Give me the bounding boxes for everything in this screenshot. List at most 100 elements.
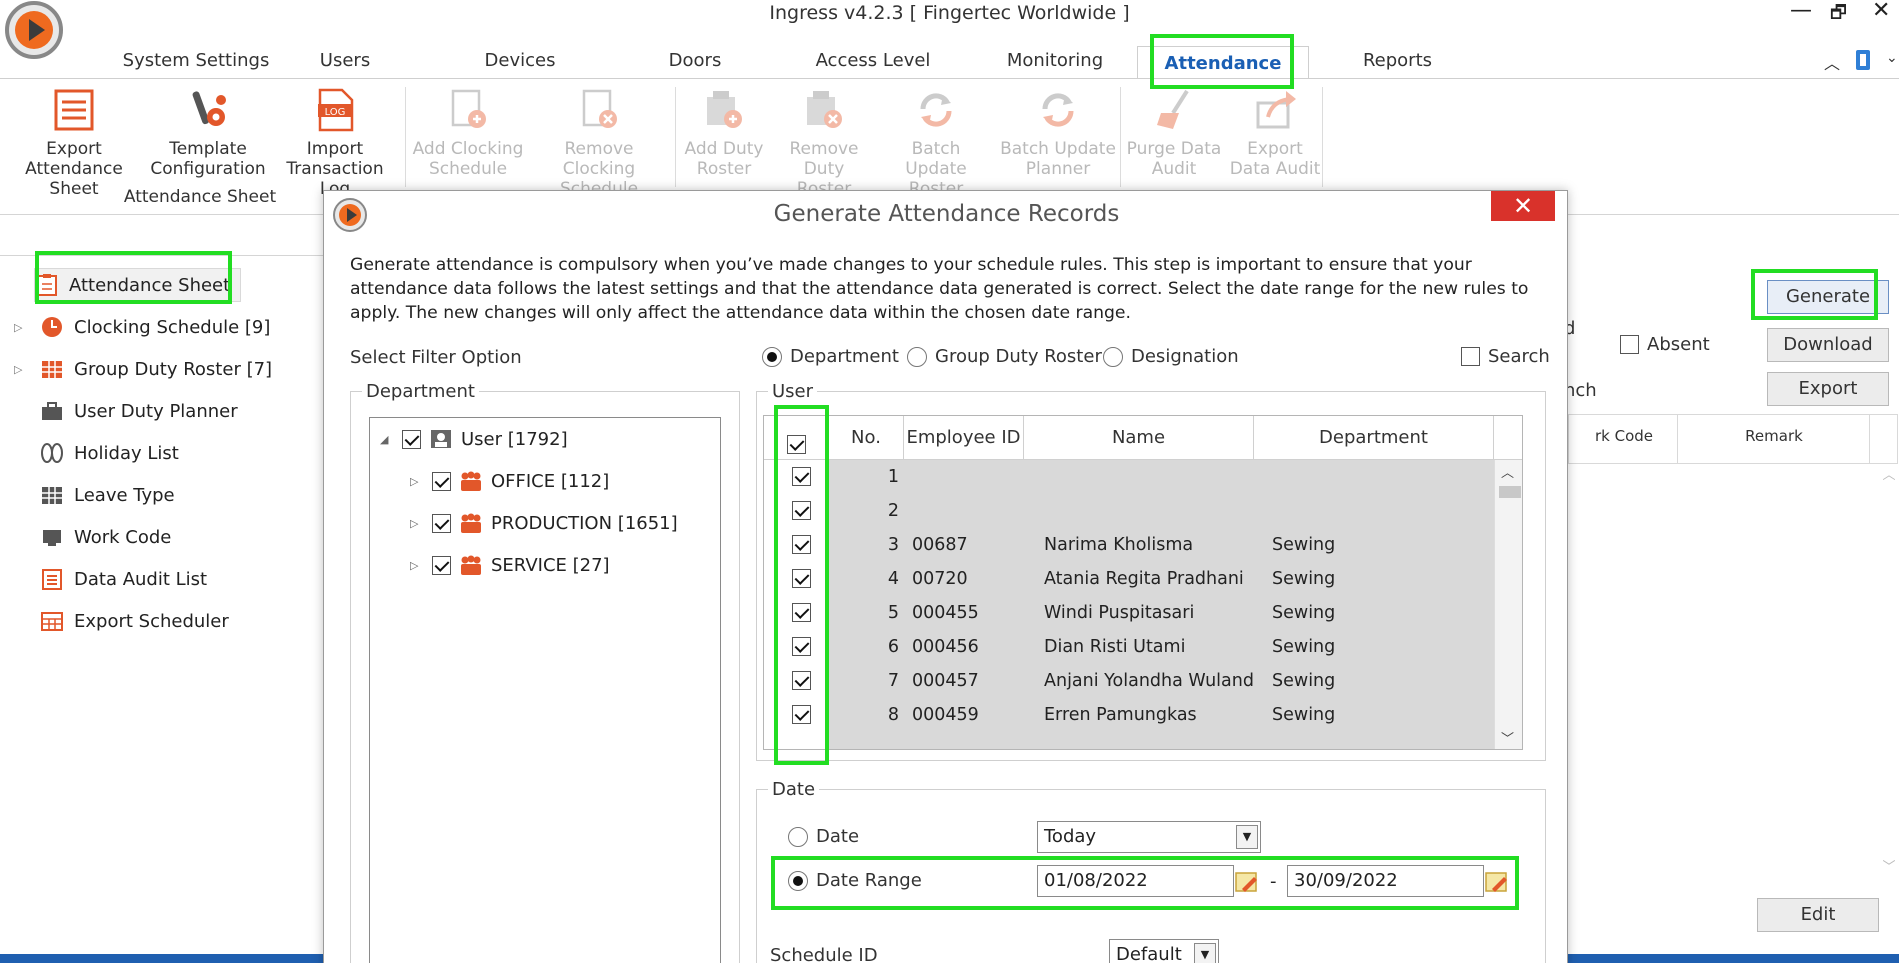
- collapse-ribbon-icon[interactable]: ︿: [1824, 50, 1840, 74]
- radio-indicator[interactable]: [907, 346, 927, 367]
- tree-checkbox[interactable]: [402, 429, 421, 449]
- generate-button[interactable]: Generate: [1767, 280, 1889, 314]
- edit-button[interactable]: Edit: [1757, 898, 1879, 932]
- tree-node-user[interactable]: ◢ User [1792]: [380, 428, 568, 450]
- chevron-down-icon[interactable]: ▼: [1194, 943, 1216, 963]
- row-checkbox[interactable]: [792, 603, 811, 622]
- search-checkbox-box[interactable]: [1461, 347, 1480, 366]
- absent-checkbox[interactable]: Absent: [1620, 334, 1710, 355]
- close-window-icon[interactable]: ✕: [1872, 0, 1890, 23]
- table-row[interactable]: 8 000459 Erren Pamungkas Sewing: [764, 698, 1494, 732]
- nav-group-duty-roster[interactable]: ▷ Group Duty Roster [7]: [14, 352, 272, 386]
- expand-icon[interactable]: ▷: [14, 321, 40, 334]
- add-duty-roster-button[interactable]: Add Duty Roster: [680, 87, 768, 179]
- row-checkbox[interactable]: [792, 501, 811, 520]
- date-preset-combo[interactable]: Today ▼: [1037, 821, 1261, 853]
- batch-update-planner-button[interactable]: Batch Update Planner: [996, 87, 1120, 179]
- scroll-up-icon[interactable]: ︿: [1879, 464, 1899, 483]
- tab-reports[interactable]: Reports: [1350, 50, 1445, 71]
- table-row[interactable]: 5 000455 Windi Puspitasari Sewing: [764, 596, 1494, 630]
- nav-user-duty-planner[interactable]: User Duty Planner: [40, 394, 238, 428]
- calendar-picker-icon[interactable]: [1484, 869, 1510, 895]
- template-configuration-button[interactable]: Template Configuration: [150, 87, 266, 179]
- calendar-picker-icon[interactable]: [1234, 869, 1260, 895]
- background-scrollbar[interactable]: ︿ ﹀: [1879, 464, 1899, 875]
- search-checkbox[interactable]: Search: [1461, 346, 1550, 367]
- row-checkbox[interactable]: [792, 467, 811, 486]
- tab-access-level[interactable]: Access Level: [808, 50, 938, 71]
- scroll-down-icon[interactable]: ﹀: [1501, 728, 1514, 747]
- nav-export-scheduler[interactable]: Export Scheduler: [40, 604, 229, 638]
- purge-data-audit-button[interactable]: Purge Data Audit: [1124, 87, 1224, 179]
- export-button[interactable]: Export: [1767, 372, 1889, 406]
- date-to-input[interactable]: 30/09/2022: [1287, 865, 1484, 897]
- chevron-down-icon[interactable]: ▼: [1236, 825, 1258, 849]
- tree-checkbox[interactable]: [432, 471, 451, 491]
- radio-indicator[interactable]: [1103, 346, 1123, 367]
- tab-users[interactable]: Users: [300, 50, 390, 71]
- date-range-radio[interactable]: Date Range: [788, 870, 922, 891]
- column-employee-id[interactable]: Employee ID: [904, 416, 1024, 460]
- collapse-icon[interactable]: ◢: [380, 433, 394, 446]
- table-row[interactable]: 3 00687 Narima Kholisma Sewing: [764, 528, 1494, 562]
- radio-indicator[interactable]: [788, 826, 808, 847]
- help-icon[interactable]: [1853, 48, 1873, 72]
- table-row[interactable]: 4 00720 Atania Regita Pradhani Sewing: [764, 562, 1494, 596]
- minimize-icon[interactable]: —: [1790, 0, 1812, 23]
- remove-duty-roster-button[interactable]: Remove Duty Roster: [770, 87, 878, 199]
- tab-attendance[interactable]: Attendance: [1137, 46, 1309, 80]
- column-no[interactable]: No.: [829, 416, 904, 460]
- tab-doors[interactable]: Doors: [655, 50, 735, 71]
- tab-monitoring[interactable]: Monitoring: [990, 50, 1120, 71]
- remove-clocking-schedule-button[interactable]: Remove Clocking Schedule: [530, 87, 668, 199]
- row-checkbox[interactable]: [792, 569, 811, 588]
- filter-department-radio[interactable]: Department: [762, 346, 899, 367]
- overflow-chevron-icon[interactable]: ⌄: [1886, 50, 1898, 66]
- radio-indicator[interactable]: [762, 346, 782, 367]
- user-table-scrollbar[interactable]: ︿ ﹀: [1494, 460, 1522, 749]
- table-row[interactable]: 7 000457 Anjani Yolandha Wulandari Sewin…: [764, 664, 1494, 698]
- nav-clocking-schedule[interactable]: ▷ Clocking Schedule [9]: [14, 310, 270, 344]
- tree-node-office[interactable]: ▷ OFFICE [112]: [410, 470, 609, 492]
- radio-indicator[interactable]: [788, 870, 808, 891]
- expand-icon[interactable]: ▷: [410, 559, 424, 572]
- batch-update-roster-button[interactable]: Batch Update Roster: [880, 87, 992, 199]
- add-clocking-schedule-button[interactable]: Add Clocking Schedule: [410, 87, 526, 179]
- nav-work-code[interactable]: Work Code: [40, 520, 171, 554]
- tree-checkbox[interactable]: [432, 555, 451, 575]
- tree-node-service[interactable]: ▷ SERVICE [27]: [410, 554, 610, 576]
- nav-leave-type[interactable]: Leave Type: [40, 478, 175, 512]
- filter-designation-radio[interactable]: Designation: [1103, 346, 1239, 367]
- scroll-down-icon[interactable]: ﹀: [1879, 856, 1899, 875]
- nav-attendance-sheet[interactable]: Attendance Sheet: [34, 268, 242, 302]
- import-transaction-log-button[interactable]: LOG Import Transaction Log: [270, 87, 400, 199]
- schedule-id-combo[interactable]: Default ▼: [1109, 939, 1219, 963]
- row-checkbox[interactable]: [792, 671, 811, 690]
- tree-checkbox[interactable]: [432, 513, 451, 533]
- row-checkbox[interactable]: [792, 705, 811, 724]
- select-all-checkbox[interactable]: [786, 434, 806, 454]
- expand-icon[interactable]: ▷: [14, 363, 40, 376]
- restore-icon[interactable]: 🗗: [1830, 0, 1847, 30]
- table-row[interactable]: 1: [764, 460, 1494, 494]
- table-row[interactable]: 6 000456 Dian Risti Utami Sewing: [764, 630, 1494, 664]
- download-button[interactable]: Download: [1767, 328, 1889, 362]
- export-attendance-sheet-button[interactable]: Export Attendance Sheet: [2, 87, 146, 199]
- tab-devices[interactable]: Devices: [470, 50, 570, 71]
- scroll-thumb[interactable]: [1499, 486, 1521, 498]
- row-checkbox[interactable]: [792, 637, 811, 656]
- tree-node-production[interactable]: ▷ PRODUCTION [1651]: [410, 512, 678, 534]
- column-work-code[interactable]: rk Code: [1569, 427, 1679, 445]
- scroll-up-icon[interactable]: ︿: [1501, 462, 1514, 481]
- nav-data-audit-list[interactable]: Data Audit List: [40, 562, 207, 596]
- column-department[interactable]: Department: [1254, 416, 1494, 460]
- filter-group-duty-roster-radio[interactable]: Group Duty Roster: [907, 346, 1102, 367]
- table-row[interactable]: 2: [764, 494, 1494, 528]
- date-from-input[interactable]: 01/08/2022: [1037, 865, 1234, 897]
- expand-icon[interactable]: ▷: [410, 475, 424, 488]
- nav-holiday-list[interactable]: Holiday List: [40, 436, 179, 470]
- column-remark[interactable]: Remark: [1679, 427, 1869, 445]
- tab-system-settings[interactable]: System Settings: [106, 50, 286, 71]
- expand-icon[interactable]: ▷: [410, 517, 424, 530]
- dialog-close-button[interactable]: ✕: [1491, 191, 1555, 221]
